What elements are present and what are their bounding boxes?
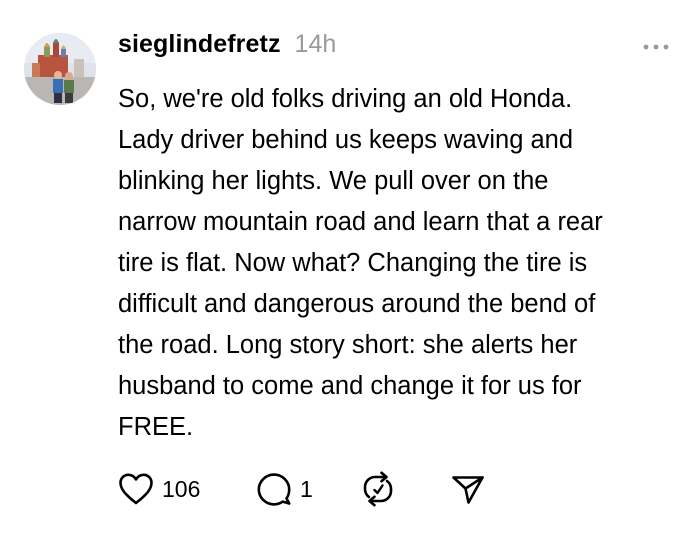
- post-body-line: So, we're old folks driving an old Honda…: [118, 85, 573, 113]
- thread-post: sieglindefretz 14h So, we're old folks d…: [0, 0, 700, 540]
- post-timestamp: 14h: [294, 30, 337, 58]
- post-body-line: the road. Long story short: she alerts h…: [118, 331, 578, 359]
- more-icon[interactable]: [641, 40, 671, 54]
- reply-count: 1: [300, 475, 313, 502]
- repost-button[interactable]: [360, 468, 396, 510]
- post-body-line: difficult and dangerous around the bend …: [118, 290, 596, 318]
- avatar-photo: [24, 33, 96, 105]
- post-body-line: FREE.: [118, 413, 194, 441]
- reply-button[interactable]: 1: [256, 468, 313, 510]
- post-body-line: tire is flat. Now what? Changing the tir…: [118, 249, 588, 277]
- action-bar: 106 1: [118, 468, 498, 510]
- username[interactable]: sieglindefretz: [118, 30, 281, 59]
- heart-icon: [119, 473, 153, 505]
- post-body-line: blinking her lights. We pull over on the: [118, 167, 549, 195]
- post-body-line: husband to come and change it for us for: [118, 372, 582, 400]
- post-body-line: narrow mountain road and learn that a re…: [118, 208, 603, 236]
- post-header: sieglindefretz 14h: [118, 30, 336, 66]
- repost-icon: [363, 471, 393, 507]
- like-count: 106: [162, 475, 201, 502]
- comment-bubble-icon: [257, 473, 291, 506]
- post-body: So, we're old folks driving an old Honda…: [118, 79, 678, 448]
- share-button[interactable]: [450, 468, 486, 510]
- avatar[interactable]: [24, 33, 96, 105]
- like-button[interactable]: 106: [118, 468, 200, 510]
- post-body-line: Lady driver behind us keeps waving and: [118, 126, 574, 154]
- send-icon: [452, 476, 484, 504]
